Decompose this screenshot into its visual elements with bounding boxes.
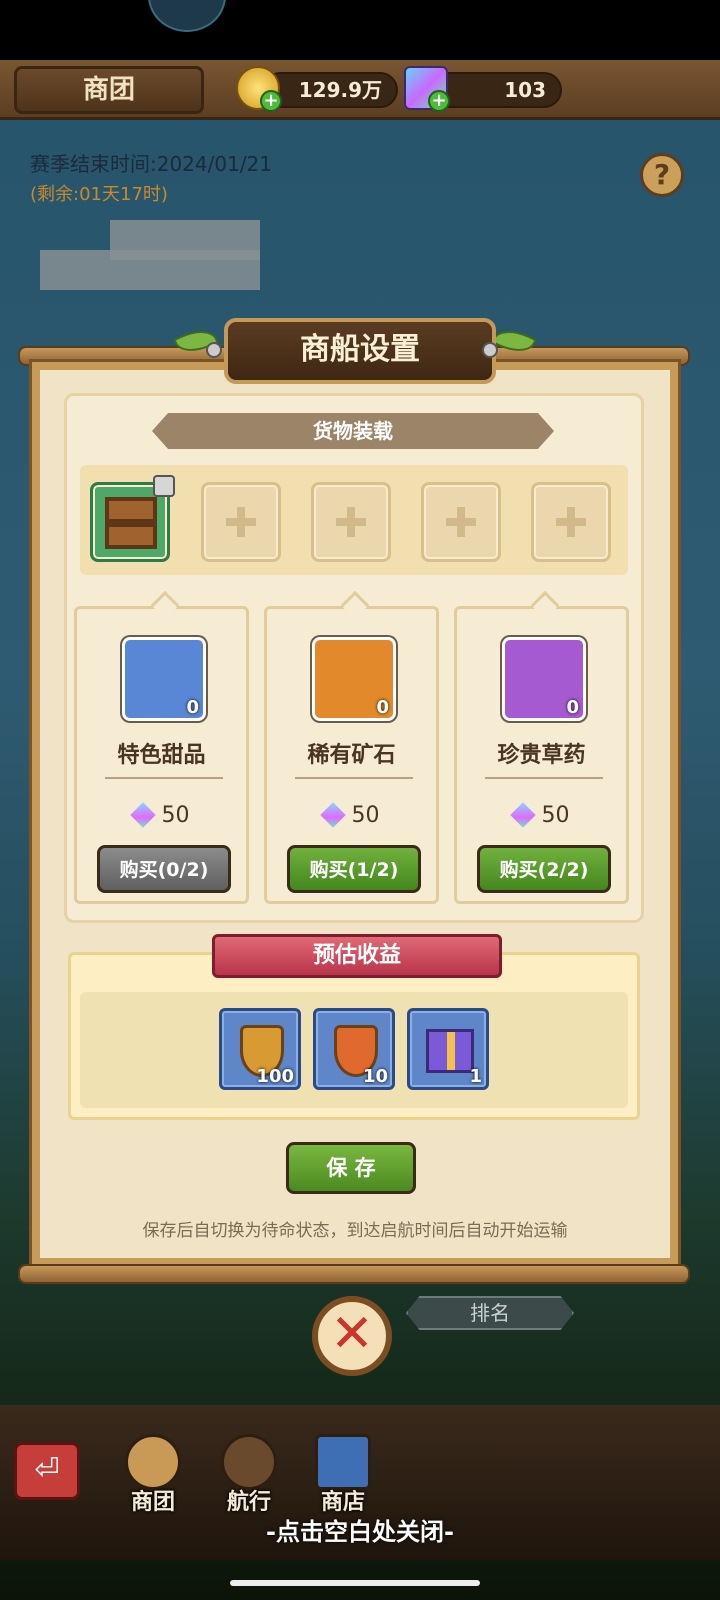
add-gold-icon[interactable]: + (260, 90, 282, 112)
plus-icon (556, 507, 586, 537)
gem-icon[interactable]: + (404, 66, 450, 112)
item-card-herb: 0 珍贵草药 50 购买(2/2) (454, 590, 629, 904)
panel-rod-bottom (18, 1264, 690, 1284)
reward-badge[interactable]: 100 (219, 1008, 301, 1090)
item-price: 50 (457, 802, 626, 828)
home-indicator[interactable] (230, 1580, 480, 1586)
divider (485, 777, 603, 779)
reward-gift[interactable]: 1 (407, 1008, 489, 1090)
plus-icon (226, 507, 256, 537)
exit-icon: ⏎ (34, 1452, 60, 1487)
item-price: 50 (77, 802, 246, 828)
panel-title: 商船设置 (224, 318, 496, 384)
guild-tab[interactable]: 商团 (14, 66, 204, 114)
gold-coin-icon[interactable]: + (236, 66, 282, 112)
add-gem-icon[interactable]: + (428, 90, 450, 112)
cargo-slot-empty[interactable] (311, 482, 391, 562)
divider (295, 777, 413, 779)
price-value: 50 (351, 803, 380, 828)
cupcake-icon[interactable]: 0 (122, 637, 206, 721)
item-card-dessert: 0 特色甜品 50 购买(0/2) (74, 590, 249, 904)
bolt-icon (482, 342, 498, 358)
crate-icon (105, 497, 157, 549)
item-name: 特色甜品 (117, 743, 206, 768)
season-remaining: (剩余:01天17时) (30, 184, 168, 205)
cargo-slot-empty[interactable] (421, 482, 501, 562)
mushroom-icon[interactable]: 0 (502, 637, 586, 721)
divider (105, 777, 223, 779)
gift-box-icon (426, 1029, 474, 1073)
gem-icon (129, 802, 156, 828)
reward-count: 10 (362, 1066, 388, 1087)
plus-icon (446, 507, 476, 537)
help-icon[interactable]: ? (640, 153, 684, 197)
exit-button[interactable]: ⏎ (14, 1442, 80, 1500)
save-hint: 保存后自切换为待命状态，到达启航时间后自动开始运输 (142, 1221, 568, 1241)
reward-count: 100 (256, 1066, 294, 1087)
price-value: 50 (161, 803, 190, 828)
item-count: 0 (186, 697, 199, 718)
item-card-ore: 0 稀有矿石 50 购买(1/2) (264, 590, 439, 904)
save-button[interactable]: 保 存 (286, 1142, 416, 1194)
close-icon: ✕ (330, 1304, 374, 1364)
ore-icon[interactable]: 0 (312, 637, 396, 721)
rank-label[interactable]: 排名 (406, 1296, 574, 1330)
close-button[interactable]: ✕ (312, 1296, 392, 1376)
gold-counter: 129.9万 (262, 72, 398, 108)
guild-icon (125, 1434, 181, 1490)
gem-icon (319, 802, 346, 828)
cargo-label: 货物装载 (152, 413, 554, 449)
buy-button-dessert[interactable]: 购买(0/2) (97, 845, 231, 893)
lock-icon (153, 475, 175, 497)
buy-button-herb[interactable]: 购买(2/2) (477, 845, 611, 893)
reward-maple-shield[interactable]: 10 (313, 1008, 395, 1090)
item-count: 0 (566, 697, 579, 718)
item-price: 50 (267, 802, 436, 828)
dismiss-hint: -点击空白处关闭- (266, 1518, 454, 1546)
buy-button-ore[interactable]: 购买(1/2) (287, 845, 421, 893)
price-value: 50 (541, 803, 570, 828)
income-label: 预估收益 (212, 934, 502, 978)
item-name: 珍贵草药 (497, 743, 586, 768)
cargo-slot-empty[interactable] (531, 482, 611, 562)
item-count: 0 (376, 697, 389, 718)
shop-icon (315, 1434, 371, 1490)
item-name: 稀有矿石 (307, 743, 396, 768)
reward-count: 1 (469, 1066, 482, 1087)
bolt-icon (206, 342, 222, 358)
gem-icon (509, 802, 536, 828)
season-end-time: 赛季结束时间:2024/01/21 (30, 152, 273, 176)
ship-wheel-icon (221, 1434, 277, 1490)
cargo-slot-crate[interactable] (90, 475, 175, 562)
cargo-slot-empty[interactable] (201, 482, 281, 562)
plus-icon (336, 507, 366, 537)
top-bar: 商团 129.9万 + 103 + (0, 60, 720, 120)
user-avatar (148, 0, 226, 32)
